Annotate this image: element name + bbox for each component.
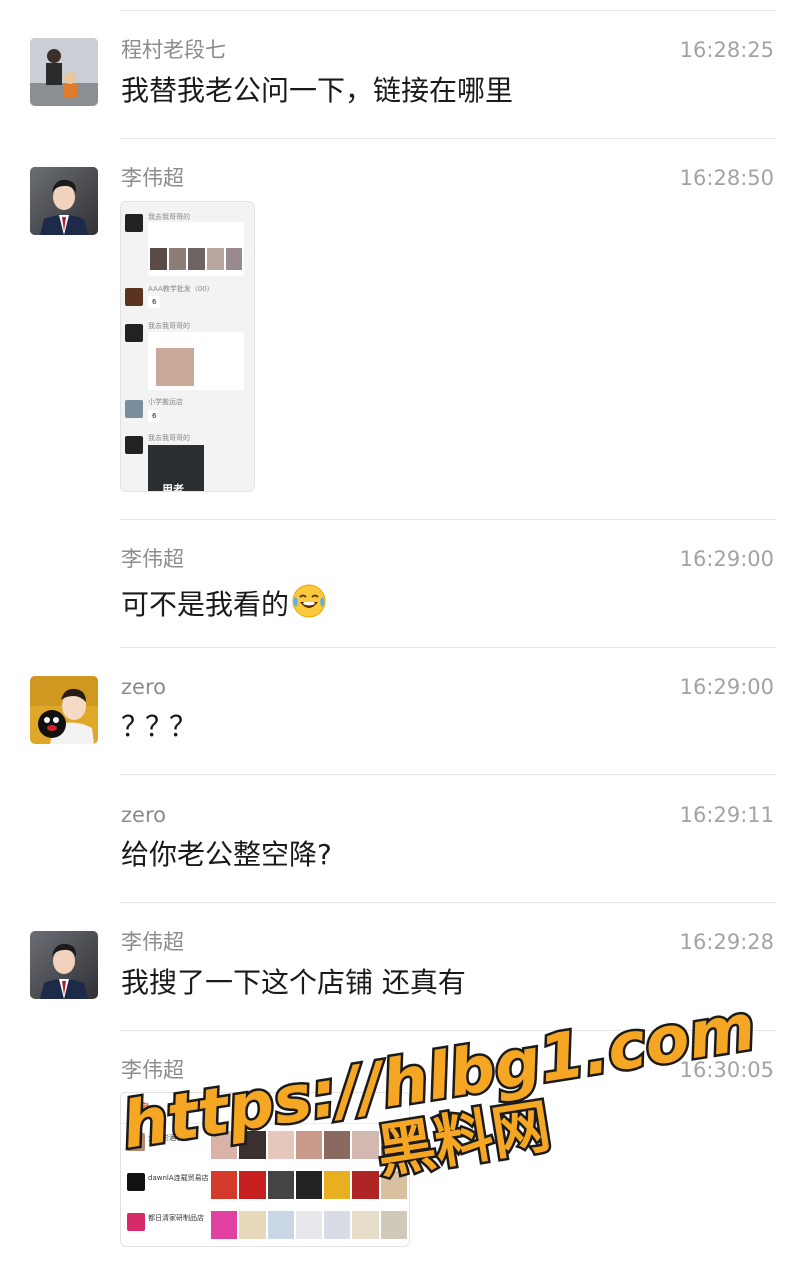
avatar[interactable]: [30, 676, 98, 744]
shop-name: dawnlA连载贸易店: [148, 1174, 209, 1182]
avatar-portrait-icon: [30, 167, 98, 235]
message-text: 我替我老公问一下，链接在哪里: [121, 74, 514, 107]
avatar-portrait-icon: [30, 931, 98, 999]
product-row: [211, 1211, 407, 1239]
message-time: 16:29:00: [679, 547, 774, 571]
divider: [120, 774, 776, 775]
sender-name: 程村老段七: [121, 38, 226, 62]
shop-logo: [127, 1133, 145, 1151]
message-time: 16:30:05: [679, 1058, 774, 1082]
avatar-photo-icon: [30, 38, 98, 106]
sender-name: zero: [121, 803, 166, 827]
avatar[interactable]: [30, 38, 98, 106]
sender-name: 李伟超: [121, 166, 184, 190]
avatar[interactable]: [30, 167, 98, 235]
image-attachment[interactable]: 淘宝 全屋影酒者 dawnlA连载贸易店 都日清家研制品店: [120, 1092, 410, 1247]
mini-bubble: 6: [148, 410, 161, 422]
mini-label: 小学搬运店: [148, 398, 183, 406]
divider: [120, 519, 776, 520]
divider: [120, 10, 776, 11]
message-text: 给你老公整空降?: [121, 838, 332, 871]
mini-avatar: [125, 214, 143, 232]
image-attachment[interactable]: 我去我哥哥的 AAA教学批发（00） 6 我去我哥哥的 小学搬运店 6 我去我哥…: [120, 201, 255, 492]
message-time: 16:28:50: [679, 166, 774, 190]
divider: [120, 647, 776, 648]
tears-of-joy-emoji-icon: [292, 584, 326, 618]
mini-avatar: [125, 324, 143, 342]
shop-name: 全屋影酒者: [148, 1134, 183, 1142]
mini-bubble: 6: [148, 296, 161, 308]
shop-logo: [127, 1213, 145, 1231]
taobao-logo: 淘宝: [129, 1103, 149, 1114]
message-time: 16:29:11: [679, 803, 774, 827]
mini-avatar: [125, 436, 143, 454]
watermark: https://hlbg1.com 黑料网: [115, 988, 763, 1189]
product-row: [211, 1171, 407, 1199]
sender-name: 李伟超: [121, 930, 184, 954]
message-text: 可不是我看的: [121, 583, 327, 622]
message-time: 16:29:28: [679, 930, 774, 954]
avatar[interactable]: [30, 931, 98, 999]
divider: [120, 1030, 776, 1031]
shop-logo: [127, 1173, 145, 1191]
sender-name: 李伟超: [121, 1058, 184, 1082]
divider: [120, 902, 776, 903]
mini-label: 我去我哥哥的: [148, 434, 190, 442]
sender-name: 李伟超: [121, 547, 184, 571]
message-text: ？？？: [121, 710, 197, 743]
message-time: 16:28:25: [679, 38, 774, 62]
sender-name: zero: [121, 675, 166, 699]
avatar-cartoon-icon: [30, 676, 98, 744]
mini-avatar: [125, 400, 143, 418]
product-row: [211, 1131, 407, 1159]
mini-label: 我去我哥哥的: [148, 322, 190, 330]
message-time: 16:29:00: [679, 675, 774, 699]
mini-label: 我去我哥哥的: [148, 213, 190, 221]
mini-card: [148, 332, 244, 390]
mini-card: [148, 222, 244, 276]
mini-avatar: [125, 288, 143, 306]
shop-name: 都日清家研制品店: [148, 1214, 204, 1222]
message-text: 我搜了一下这个店铺 还真有: [121, 966, 466, 999]
message-text-content: 可不是我看的: [121, 588, 290, 621]
divider: [120, 138, 776, 139]
mini-video-thumb: 用老: [148, 445, 204, 491]
mini-label: AAA教学批发（00）: [148, 285, 214, 293]
